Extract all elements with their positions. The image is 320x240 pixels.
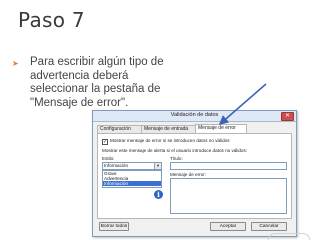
- pointer-arrow: [218, 83, 267, 126]
- pointer-arrow-line: [218, 83, 267, 126]
- slide-decoration: [268, 233, 310, 240]
